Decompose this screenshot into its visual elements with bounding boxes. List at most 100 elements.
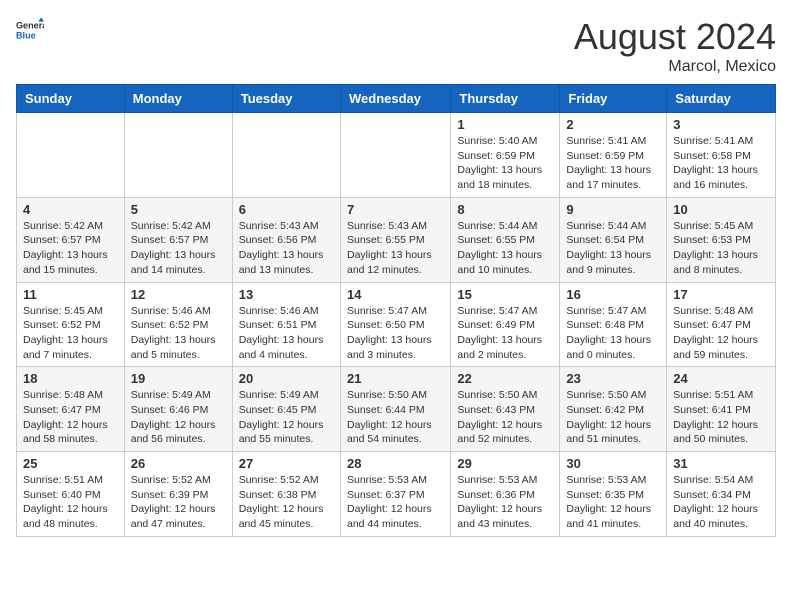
calendar-cell: 23 Sunrise: 5:50 AM Sunset: 6:42 PM Dayli… [560, 367, 667, 452]
calendar-cell: 31 Sunrise: 5:54 AM Sunset: 6:34 PM Dayli… [667, 452, 776, 537]
day-number: 23 [566, 371, 660, 386]
day-number: 3 [673, 117, 769, 132]
day-info: Sunrise: 5:45 AM Sunset: 6:52 PM Dayligh… [23, 304, 118, 363]
calendar-header-tuesday: Tuesday [232, 85, 340, 113]
calendar-header-friday: Friday [560, 85, 667, 113]
day-info: Sunrise: 5:53 AM Sunset: 6:35 PM Dayligh… [566, 473, 660, 532]
calendar-cell: 11 Sunrise: 5:45 AM Sunset: 6:52 PM Dayli… [17, 282, 125, 367]
calendar-cell: 10Sunrise: 5:45 AM Sunset: 6:53 PM Dayli… [667, 197, 776, 282]
day-info: Sunrise: 5:44 AM Sunset: 6:54 PM Dayligh… [566, 219, 660, 278]
day-info: Sunrise: 5:53 AM Sunset: 6:37 PM Dayligh… [347, 473, 444, 532]
calendar-cell: 29Sunrise: 5:53 AM Sunset: 6:36 PM Dayli… [451, 452, 560, 537]
day-number: 14 [347, 287, 444, 302]
day-number: 4 [23, 202, 118, 217]
day-number: 30 [566, 456, 660, 471]
day-info: Sunrise: 5:43 AM Sunset: 6:56 PM Dayligh… [239, 219, 334, 278]
calendar-cell [232, 113, 340, 198]
calendar-cell [17, 113, 125, 198]
svg-text:Blue: Blue [16, 30, 36, 40]
day-info: Sunrise: 5:45 AM Sunset: 6:53 PM Dayligh… [673, 219, 769, 278]
calendar-cell: 13Sunrise: 5:46 AM Sunset: 6:51 PM Dayli… [232, 282, 340, 367]
day-info: Sunrise: 5:42 AM Sunset: 6:57 PM Dayligh… [131, 219, 226, 278]
calendar-cell: 5 Sunrise: 5:42 AM Sunset: 6:57 PM Daylig… [124, 197, 232, 282]
day-info: Sunrise: 5:40 AM Sunset: 6:59 PM Dayligh… [457, 134, 553, 193]
calendar-cell: 25Sunrise: 5:51 AM Sunset: 6:40 PM Dayli… [17, 452, 125, 537]
calendar-header-wednesday: Wednesday [340, 85, 450, 113]
calendar-header-row: SundayMondayTuesdayWednesdayThursdayFrid… [17, 85, 776, 113]
calendar-week-row: 1 Sunrise: 5:40 AM Sunset: 6:59 PM Daylig… [17, 113, 776, 198]
day-info: Sunrise: 5:50 AM Sunset: 6:43 PM Dayligh… [457, 388, 553, 447]
day-info: Sunrise: 5:41 AM Sunset: 6:59 PM Dayligh… [566, 134, 660, 193]
day-number: 13 [239, 287, 334, 302]
calendar-cell: 20 Sunrise: 5:49 AM Sunset: 6:45 PM Dayli… [232, 367, 340, 452]
day-number: 16 [566, 287, 660, 302]
calendar-header-sunday: Sunday [17, 85, 125, 113]
day-number: 5 [131, 202, 226, 217]
day-info: Sunrise: 5:50 AM Sunset: 6:44 PM Dayligh… [347, 388, 444, 447]
day-info: Sunrise: 5:43 AM Sunset: 6:55 PM Dayligh… [347, 219, 444, 278]
day-number: 2 [566, 117, 660, 132]
calendar-week-row: 18 Sunrise: 5:48 AM Sunset: 6:47 PM Dayli… [17, 367, 776, 452]
calendar-cell: 30 Sunrise: 5:53 AM Sunset: 6:35 PM Dayli… [560, 452, 667, 537]
title-block: August 2024 Marcol, Mexico [574, 16, 776, 76]
calendar-cell: 9 Sunrise: 5:44 AM Sunset: 6:54 PM Daylig… [560, 197, 667, 282]
calendar-cell [124, 113, 232, 198]
day-info: Sunrise: 5:48 AM Sunset: 6:47 PM Dayligh… [23, 388, 118, 447]
calendar-cell: 26 Sunrise: 5:52 AM Sunset: 6:39 PM Dayli… [124, 452, 232, 537]
day-info: Sunrise: 5:52 AM Sunset: 6:39 PM Dayligh… [131, 473, 226, 532]
calendar-cell: 14 Sunrise: 5:47 AM Sunset: 6:50 PM Dayli… [340, 282, 450, 367]
calendar-cell: 27 Sunrise: 5:52 AM Sunset: 6:38 PM Dayli… [232, 452, 340, 537]
day-number: 26 [131, 456, 226, 471]
calendar-cell: 7 Sunrise: 5:43 AM Sunset: 6:55 PM Daylig… [340, 197, 450, 282]
day-number: 20 [239, 371, 334, 386]
day-info: Sunrise: 5:44 AM Sunset: 6:55 PM Dayligh… [457, 219, 553, 278]
day-number: 17 [673, 287, 769, 302]
calendar-cell: 2 Sunrise: 5:41 AM Sunset: 6:59 PM Daylig… [560, 113, 667, 198]
day-number: 25 [23, 456, 118, 471]
generalblue-logo-icon: General Blue [16, 16, 44, 44]
day-info: Sunrise: 5:47 AM Sunset: 6:50 PM Dayligh… [347, 304, 444, 363]
calendar-week-row: 4 Sunrise: 5:42 AM Sunset: 6:57 PM Daylig… [17, 197, 776, 282]
day-number: 1 [457, 117, 553, 132]
day-number: 19 [131, 371, 226, 386]
calendar-table: SundayMondayTuesdayWednesdayThursdayFrid… [16, 84, 776, 537]
calendar-cell: 15Sunrise: 5:47 AM Sunset: 6:49 PM Dayli… [451, 282, 560, 367]
calendar-cell: 1 Sunrise: 5:40 AM Sunset: 6:59 PM Daylig… [451, 113, 560, 198]
day-info: Sunrise: 5:41 AM Sunset: 6:58 PM Dayligh… [673, 134, 769, 193]
day-number: 22 [457, 371, 553, 386]
calendar-cell: 21 Sunrise: 5:50 AM Sunset: 6:44 PM Dayli… [340, 367, 450, 452]
day-info: Sunrise: 5:49 AM Sunset: 6:46 PM Dayligh… [131, 388, 226, 447]
day-number: 7 [347, 202, 444, 217]
day-info: Sunrise: 5:47 AM Sunset: 6:48 PM Dayligh… [566, 304, 660, 363]
day-number: 24 [673, 371, 769, 386]
day-number: 31 [673, 456, 769, 471]
calendar-cell: 8 Sunrise: 5:44 AM Sunset: 6:55 PM Daylig… [451, 197, 560, 282]
calendar-cell [340, 113, 450, 198]
day-info: Sunrise: 5:50 AM Sunset: 6:42 PM Dayligh… [566, 388, 660, 447]
day-number: 18 [23, 371, 118, 386]
day-info: Sunrise: 5:46 AM Sunset: 6:52 PM Dayligh… [131, 304, 226, 363]
location-title: Marcol, Mexico [574, 58, 776, 76]
day-number: 8 [457, 202, 553, 217]
calendar-cell: 28 Sunrise: 5:53 AM Sunset: 6:37 PM Dayli… [340, 452, 450, 537]
day-info: Sunrise: 5:52 AM Sunset: 6:38 PM Dayligh… [239, 473, 334, 532]
day-number: 27 [239, 456, 334, 471]
calendar-week-row: 25Sunrise: 5:51 AM Sunset: 6:40 PM Dayli… [17, 452, 776, 537]
calendar-cell: 12 Sunrise: 5:46 AM Sunset: 6:52 PM Dayli… [124, 282, 232, 367]
month-year-title: August 2024 [574, 16, 776, 58]
svg-text:General: General [16, 21, 44, 31]
day-info: Sunrise: 5:42 AM Sunset: 6:57 PM Dayligh… [23, 219, 118, 278]
day-number: 11 [23, 287, 118, 302]
day-number: 12 [131, 287, 226, 302]
day-number: 9 [566, 202, 660, 217]
day-info: Sunrise: 5:49 AM Sunset: 6:45 PM Dayligh… [239, 388, 334, 447]
calendar-header-thursday: Thursday [451, 85, 560, 113]
calendar-header-monday: Monday [124, 85, 232, 113]
day-number: 21 [347, 371, 444, 386]
calendar-cell: 4 Sunrise: 5:42 AM Sunset: 6:57 PM Daylig… [17, 197, 125, 282]
day-number: 28 [347, 456, 444, 471]
day-info: Sunrise: 5:54 AM Sunset: 6:34 PM Dayligh… [673, 473, 769, 532]
day-info: Sunrise: 5:47 AM Sunset: 6:49 PM Dayligh… [457, 304, 553, 363]
calendar-header-saturday: Saturday [667, 85, 776, 113]
day-number: 29 [457, 456, 553, 471]
